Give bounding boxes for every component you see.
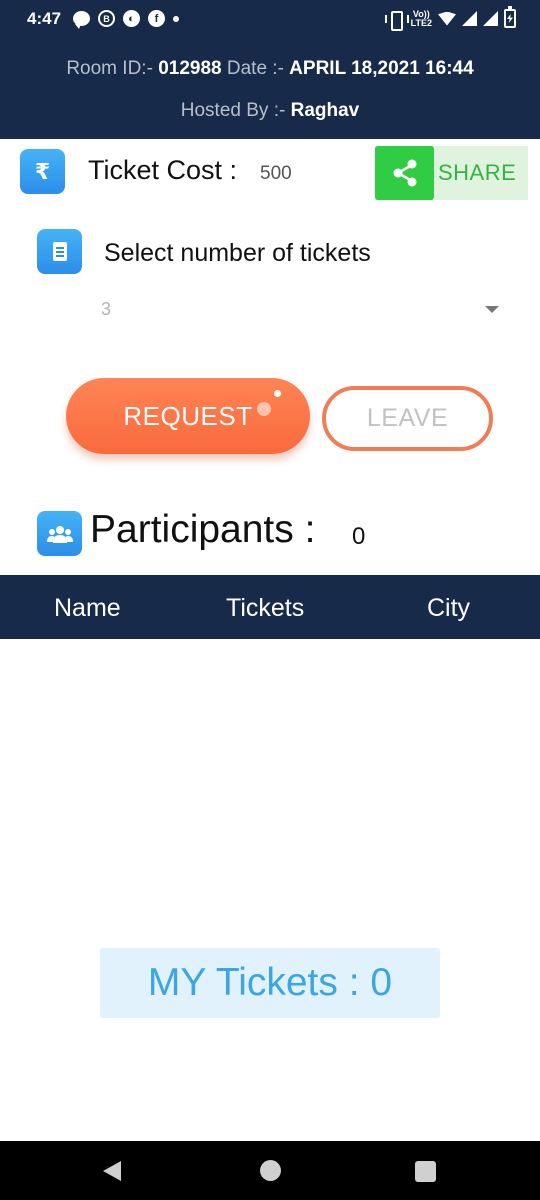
dot-icon [173,15,179,22]
share-icon [375,146,434,200]
request-button[interactable]: REQUEST [66,378,310,454]
rupee-icon: ₹ [20,149,65,194]
receipt-icon [37,229,82,274]
notification-icons: B ◐ f [73,10,179,29]
host-info: Hosted By :- Raghav [0,100,540,122]
ticket-cost-value: 500 [260,163,292,184]
b-circle-icon: B [98,10,115,27]
column-header-city: City [427,594,471,622]
leave-label: LEAVE [366,404,449,432]
recents-icon[interactable] [415,1161,436,1182]
app-header: 4:47 B ◐ f Vo)) LTE2 Room ID:- 012988 Dat… [0,0,540,139]
date-value: APRIL 18,2021 16:44 [289,58,474,79]
host-name: Raghav [290,100,360,121]
participants-table-header: Name Tickets City [0,575,540,639]
battery-charging-icon [504,6,516,28]
participants-count: 0 [352,523,366,550]
column-header-name: Name [54,594,121,622]
status-time: 4:47 [27,9,62,28]
system-nav-bar [0,1141,540,1200]
status-bar: 4:47 B ◐ f Vo)) LTE2 [0,0,540,40]
share-button[interactable]: SHARE [375,146,528,200]
ticket-count-dropdown[interactable]: 3 [95,290,505,330]
signal-icon [483,11,498,26]
share-label: SHARE [438,160,517,185]
leave-button[interactable]: LEAVE [322,386,493,451]
volte-icon: Vo)) LTE2 [410,8,432,28]
my-tickets-button[interactable]: MY Tickets : 0 [100,948,440,1018]
people-icon [37,511,82,556]
signal-icon [462,11,477,26]
request-label: REQUEST [123,400,253,431]
room-id-label: Room ID:- [66,58,159,79]
room-info: Room ID:- 012988 Date :- APRIL 18,2021 1… [0,58,540,80]
chevron-down-icon [485,306,499,313]
select-tickets-label: Select number of tickets [104,239,371,267]
chat-bubble-icon [73,11,90,29]
room-id-value: 012988 [158,58,222,79]
column-header-tickets: Tickets [226,594,305,622]
hosted-by-label: Hosted By :- [180,100,291,121]
home-icon[interactable] [260,1160,281,1181]
ticket-cost-label: Ticket Cost : [88,155,238,185]
my-tickets-label: MY Tickets : 0 [147,961,393,1004]
ripple-dot-icon [274,390,281,397]
system-icons: Vo)) LTE2 [384,6,516,31]
back-icon[interactable] [103,1161,121,1181]
ripple-dot-icon [257,402,271,416]
wifi-icon [438,11,456,26]
facebook-icon: f [148,10,165,27]
app-circle-icon: ◐ [123,10,140,27]
ticket-count-value: 3 [101,299,112,319]
vibrate-icon [384,10,409,31]
participants-label: Participants : [90,508,316,551]
date-label: Date :- [221,58,290,79]
